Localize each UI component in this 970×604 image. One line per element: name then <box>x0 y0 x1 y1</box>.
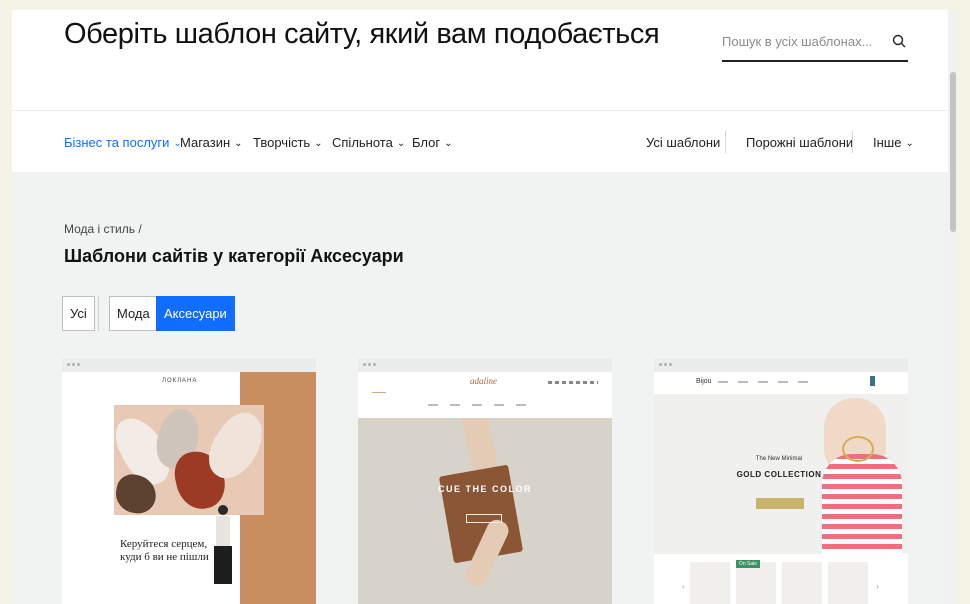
template-card[interactable]: ЛОКЛАНА Керуйтеся серцем, куди б ви не п… <box>62 358 316 604</box>
scrollbar-thumb[interactable] <box>950 72 956 232</box>
page-title: Оберіть шаблон сайту, який вам подобаєть… <box>64 18 660 50</box>
template-hero-text: GOLD COLLECTION <box>736 470 822 479</box>
chevron-down-icon: ⌄ <box>234 138 243 149</box>
scrollbar[interactable] <box>948 10 958 604</box>
nav-divider <box>852 131 853 153</box>
nav-label: Спільнота <box>332 135 393 150</box>
nav-label: Інше <box>873 135 902 150</box>
template-cta <box>466 514 502 523</box>
nav-blank-templates[interactable]: Порожні шаблони <box>746 135 853 150</box>
sale-badge: On Sale <box>736 560 761 568</box>
browser-viewport: Оберіть шаблон сайту, який вам подобаєть… <box>12 10 958 604</box>
nav-creativity[interactable]: Творчість ⌄ <box>253 135 323 150</box>
template-card[interactable]: adaline CUE THE COLOR <box>358 358 612 604</box>
template-logo: ЛОКЛАНА <box>162 378 198 384</box>
nav-all-templates[interactable]: Усі шаблони <box>646 135 720 150</box>
template-cta <box>756 498 804 509</box>
template-preview: adaline CUE THE COLOR <box>358 372 612 604</box>
nav-other[interactable]: Інше ⌄ <box>873 135 914 150</box>
browser-chrome <box>358 358 612 372</box>
model-figure <box>214 505 232 584</box>
filter-fashion[interactable]: Мода <box>109 296 158 331</box>
search-icon[interactable] <box>892 34 906 48</box>
template-card[interactable]: Bijou The New Minimal GOLD COLLECTION On… <box>654 358 908 604</box>
template-hero-text: CUE THE COLOR <box>437 484 532 494</box>
category-nav: Бізнес та послуги ⌄ Магазин ⌄ Творчість ⌄ С… <box>12 110 948 172</box>
nav-label: Бізнес та послуги <box>64 135 170 150</box>
template-hero-text: Керуйтеся серцем, куди б ви не пішли <box>120 538 209 563</box>
chevron-down-icon: ⌄ <box>396 138 406 149</box>
template-logo: Bijou <box>696 378 712 385</box>
search-input[interactable]: Пошук в усіх шаблонах... <box>722 34 872 49</box>
jewelry-photo: The New Minimal GOLD COLLECTION <box>654 394 908 554</box>
template-preview: Bijou The New Minimal GOLD COLLECTION On… <box>654 372 908 604</box>
nav-label: Творчість <box>253 135 311 150</box>
template-hero-small: The New Minimal <box>755 456 803 462</box>
breadcrumb[interactable]: Мода і стиль / <box>64 222 142 236</box>
section-title: Шаблони сайтів у категорії Аксесуари <box>64 246 404 266</box>
nav-divider <box>725 131 726 153</box>
filter-divider <box>98 296 99 331</box>
nav-blog[interactable]: Блог ⌄ <box>412 135 452 150</box>
chevron-down-icon: ⌄ <box>444 138 453 149</box>
browser-chrome <box>654 358 908 372</box>
search-field[interactable]: Пошук в усіх шаблонах... <box>722 20 908 62</box>
product-strip: On Sale ‹ › <box>654 554 908 604</box>
nav-label: Блог <box>412 135 441 150</box>
nav-label: Магазин <box>180 135 231 150</box>
template-preview: ЛОКЛАНА Керуйтеся серцем, куди б ви не п… <box>62 372 316 604</box>
chevron-down-icon: ⌄ <box>314 138 323 149</box>
browser-chrome <box>62 358 316 372</box>
nav-shop[interactable]: Магазин ⌄ <box>180 135 243 150</box>
nav-community[interactable]: Спільнота ⌄ <box>332 135 405 150</box>
bag-photo: CUE THE COLOR <box>358 418 612 604</box>
shoes-photo <box>114 405 264 515</box>
top-header: Оберіть шаблон сайту, який вам подобаєть… <box>12 10 948 110</box>
chevron-down-icon: ⌄ <box>905 138 914 149</box>
template-logo: adaline <box>470 376 497 386</box>
filter-all[interactable]: Усі <box>62 296 95 331</box>
filter-accessories[interactable]: Аксесуари <box>156 296 235 331</box>
nav-business-services[interactable]: Бізнес та послуги ⌄ <box>64 135 182 150</box>
